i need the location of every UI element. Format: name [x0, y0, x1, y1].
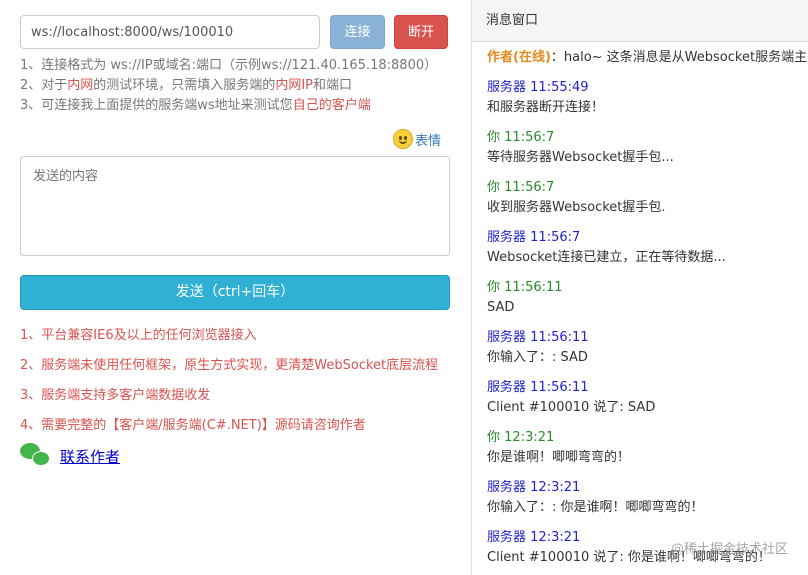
emoji-label: 表情	[415, 133, 442, 149]
message-entry: 你 11:56:7 收到服务器Websocket握手包.	[487, 178, 808, 228]
message-log[interactable]: 作者(在线)：halo~ 这条消息是从Websocket服务端主 服务器 11:…	[472, 42, 808, 575]
hint-line-3: 3、可连接我上面提供的服务端ws地址来测试您自己的客户端	[20, 98, 371, 113]
message-meta: 服务器 11:55:49	[487, 78, 808, 98]
message-sender: 你	[487, 280, 501, 295]
message-text: 你是谁啊！唧唧弯弯的！	[487, 450, 631, 465]
message-meta: 你 11:56:7	[487, 178, 808, 198]
message-entry: 服务器 11:56:11 Client #100010 说了: SAD	[487, 378, 808, 428]
message-window: 消息窗口 作者(在线)：halo~ 这条消息是从Websocket服务端主 服务…	[471, 0, 808, 575]
message-time: 12:3:21	[530, 480, 581, 495]
emoji-button[interactable]: 表情	[393, 128, 441, 150]
message-sender: 服务器	[487, 230, 527, 245]
message-time: 11:55:49	[530, 80, 589, 95]
message-text: 等待服务器Websocket握手包...	[487, 150, 674, 165]
message-text: 你输入了：: 你是谁啊！唧唧弯弯的！	[487, 500, 704, 515]
send-button[interactable]: 发送（ctrl+回车）	[20, 275, 450, 310]
message-entry: 你 12:3:21 你是谁啊！唧唧弯弯的！	[487, 428, 808, 478]
message-sender: 服务器	[487, 80, 527, 95]
message-sender: 你	[487, 180, 501, 195]
message-time: 11:56:11	[530, 380, 589, 395]
hint-line-2: 2、对于内网的测试环境，只需填入服务端的内网IP和端口	[20, 78, 353, 93]
feature-item: 2、服务端未使用任何框架，原生方式实现，更清楚WebSocket底层流程	[20, 358, 439, 373]
message-time: 12:3:21	[504, 430, 555, 445]
disconnect-button[interactable]: 断开	[394, 15, 448, 49]
message-meta: 你 11:56:7	[487, 128, 808, 148]
message-entry: 服务器 12:3:21 你输入了：: 你是谁啊！唧唧弯弯的！	[487, 478, 808, 528]
message-meta: 服务器 12:3:21	[487, 478, 808, 498]
message-sender: 服务器	[487, 380, 527, 395]
author-message: 作者(在线)：halo~ 这条消息是从Websocket服务端主	[487, 48, 808, 78]
ws-url-input[interactable]	[20, 15, 320, 49]
connection-hints: 1、连接格式为 ws://IP或域名:端口（示例ws://121.40.165.…	[20, 56, 437, 116]
message-time: 12:3:21	[530, 530, 581, 545]
message-time: 11:56:7	[504, 180, 555, 195]
wechat-icon	[20, 443, 52, 469]
message-meta: 服务器 11:56:11	[487, 328, 808, 348]
message-meta: 服务器 11:56:7	[487, 228, 808, 248]
message-textarea[interactable]	[20, 156, 450, 256]
message-meta: 你 12:3:21	[487, 428, 808, 448]
contact-author-link[interactable]: 联系作者	[60, 446, 120, 467]
hint-line-1: 1、连接格式为 ws://IP或域名:端口（示例ws://121.40.165.…	[20, 58, 438, 73]
message-meta: 你 11:56:11	[487, 278, 808, 298]
message-time: 11:56:11	[530, 330, 589, 345]
message-window-title: 消息窗口	[472, 0, 808, 42]
smiley-icon	[393, 129, 413, 149]
message-text: 收到服务器Websocket握手包.	[487, 200, 666, 215]
feature-list: 1、平台兼容IE6及以上的任何浏览器接入 2、服务端未使用任何框架，原生方式实现…	[20, 326, 438, 446]
message-sender: 服务器	[487, 480, 527, 495]
message-entry: 服务器 11:56:7 Websocket连接已建立，正在等待数据...	[487, 228, 808, 278]
feature-item: 3、服务端支持多客户端数据收发	[20, 388, 211, 403]
feature-item: 1、平台兼容IE6及以上的任何浏览器接入	[20, 328, 257, 343]
message-text: Websocket连接已建立，正在等待数据...	[487, 250, 726, 265]
message-entry: 服务器 11:56:11 你输入了：: SAD	[487, 328, 808, 378]
watermark: @稀土掘金技术社区	[670, 542, 788, 557]
message-text: SAD	[487, 300, 515, 315]
message-text: 你输入了：: SAD	[487, 350, 588, 365]
control-panel: 连接 断开 1、连接格式为 ws://IP或域名:端口（示例ws://121.4…	[0, 0, 470, 575]
message-sender: 服务器	[487, 530, 527, 545]
connect-button[interactable]: 连接	[330, 15, 385, 49]
feature-item: 4、需要完整的【客户端/服务端(C#.NET)】源码请咨询作者	[20, 418, 366, 433]
message-entry: 服务器 11:55:49 和服务器断开连接！	[487, 78, 808, 128]
message-entry: 你 11:56:11 SAD	[487, 278, 808, 328]
message-meta: 服务器 11:56:11	[487, 378, 808, 398]
author-message-text: ：halo~ 这条消息是从Websocket服务端主	[550, 50, 808, 65]
message-sender: 你	[487, 130, 501, 145]
author-tag: 作者(在线)	[487, 50, 551, 65]
contact-author: 联系作者	[20, 443, 120, 469]
message-sender: 你	[487, 430, 501, 445]
message-time: 11:56:7	[504, 130, 555, 145]
message-sender: 服务器	[487, 330, 527, 345]
message-text: Client #100010 说了: SAD	[487, 400, 656, 415]
message-time: 11:56:7	[530, 230, 581, 245]
message-text: 和服务器断开连接！	[487, 100, 605, 115]
message-entry: 你 11:56:7 等待服务器Websocket握手包...	[487, 128, 808, 178]
message-time: 11:56:11	[504, 280, 563, 295]
